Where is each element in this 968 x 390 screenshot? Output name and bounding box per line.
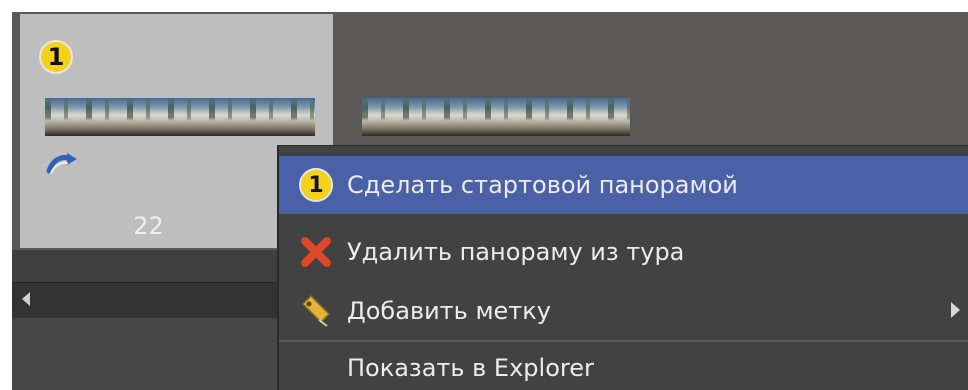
menu-badge-number: 1 (308, 172, 324, 198)
app-window: 1 22 1 Сделать стартовой панорамой Удали… (12, 12, 968, 390)
start-number-badge-icon: 1 (39, 40, 73, 74)
panorama-thumbnail-2[interactable] (362, 98, 630, 136)
panorama-thumbnail-1[interactable] (45, 98, 315, 136)
start-number-badge-icon: 1 (299, 168, 333, 202)
menu-item-label: Сделать стартовой панорамой (347, 171, 738, 199)
menu-item-delete-panorama[interactable]: Удалить панораму из тура (279, 223, 968, 281)
menu-item-set-start-panorama[interactable]: 1 Сделать стартовой панорамой (279, 156, 968, 214)
menu-separator (279, 340, 968, 342)
start-badge-number: 1 (47, 43, 65, 71)
menu-item-add-tag[interactable]: Добавить метку (279, 282, 968, 340)
scroll-left-arrow-icon[interactable] (22, 292, 30, 306)
menu-item-label: Показать в Explorer (347, 354, 594, 382)
context-menu: 1 Сделать стартовой панорамой Удалить па… (277, 145, 968, 390)
thumbnail-number: 22 (133, 212, 164, 240)
menu-item-label: Удалить панораму из тура (347, 238, 685, 266)
red-x-icon (301, 237, 331, 267)
menu-item-show-in-explorer[interactable]: Показать в Explorer (279, 346, 968, 390)
chevron-right-icon (951, 302, 960, 318)
menu-item-label: Добавить метку (347, 297, 551, 325)
tag-icon (301, 294, 331, 327)
rotate-icon[interactable] (45, 151, 79, 177)
